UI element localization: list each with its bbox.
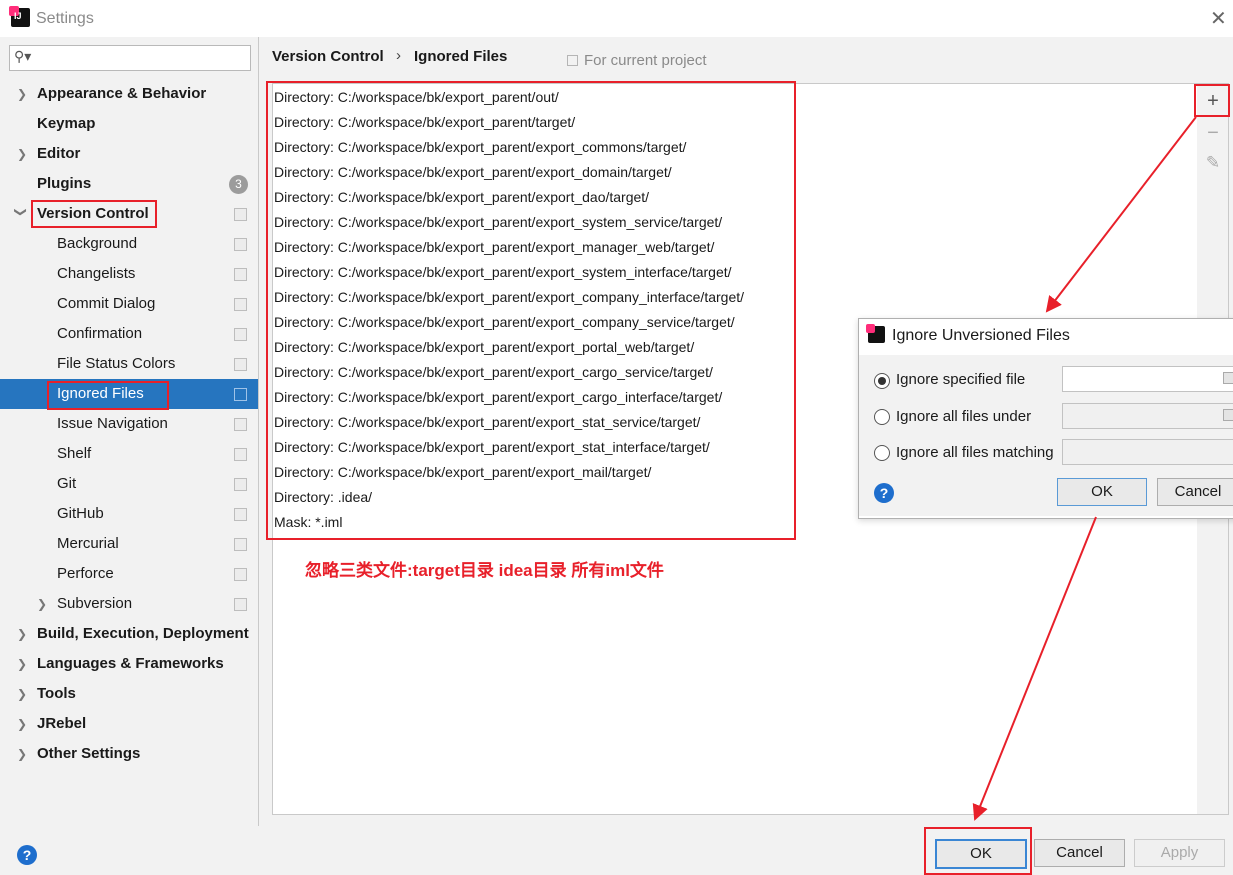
tree-item-file-status-colors[interactable]: File Status Colors <box>57 349 175 379</box>
scope-label: For current project <box>584 52 707 69</box>
chevron-right-icon[interactable]: ❯ <box>17 747 27 761</box>
dialog-cancel-button[interactable]: Cancel <box>1157 478 1233 506</box>
edit-icon[interactable]: ✎ <box>1203 153 1223 173</box>
project-scope-icon <box>234 328 247 341</box>
project-scope-icon <box>234 598 247 611</box>
remove-icon[interactable]: − <box>1203 122 1223 144</box>
tree-item-changelists[interactable]: Changelists <box>57 259 135 289</box>
dialog-ok-button[interactable]: OK <box>1057 478 1147 506</box>
tree-item-build[interactable]: Build, Execution, Deployment <box>37 619 249 649</box>
close-icon[interactable]: ✕ <box>1210 6 1227 31</box>
tree-item-commit-dialog[interactable]: Commit Dialog <box>57 289 155 319</box>
project-scope-icon <box>234 388 247 401</box>
project-scope-icon <box>234 418 247 431</box>
help-icon[interactable]: ? <box>874 483 894 503</box>
tree-item-plugins[interactable]: Plugins <box>37 169 91 199</box>
tree-item-perforce[interactable]: Perforce <box>57 559 114 589</box>
radio-specified-file[interactable] <box>874 373 890 389</box>
project-scope-icon <box>234 508 247 521</box>
radio-label: Ignore all files matching <box>896 444 1054 461</box>
help-icon[interactable]: ? <box>17 845 37 865</box>
project-scope-icon <box>234 538 247 551</box>
chevron-right-icon[interactable]: ❯ <box>17 627 27 641</box>
apply-button[interactable]: Apply <box>1134 839 1225 867</box>
project-scope-icon <box>567 55 578 66</box>
file-path-field[interactable] <box>1062 366 1233 392</box>
directory-field[interactable] <box>1062 403 1233 429</box>
chevron-right-icon[interactable]: ❯ <box>17 147 27 161</box>
intellij-logo-icon <box>9 6 30 27</box>
project-scope-icon <box>234 298 247 311</box>
chevron-down-icon[interactable]: ❯ <box>14 207 28 217</box>
project-scope-icon <box>234 568 247 581</box>
project-scope-icon <box>234 268 247 281</box>
cancel-button[interactable]: Cancel <box>1034 839 1125 867</box>
radio-label: Ignore all files under <box>896 408 1032 425</box>
tree-item-languages[interactable]: Languages & Frameworks <box>37 649 224 679</box>
tree-item-keymap[interactable]: Keymap <box>37 109 95 139</box>
chevron-right-icon[interactable]: ❯ <box>17 687 27 701</box>
radio-files-under[interactable] <box>874 409 890 425</box>
breadcrumb-current: Ignored Files <box>414 48 508 65</box>
radio-label: Ignore specified file <box>896 371 1026 388</box>
tree-item-confirmation[interactable]: Confirmation <box>57 319 142 349</box>
tree-item-editor[interactable]: Editor <box>37 139 80 169</box>
tree-item-appearance[interactable]: Appearance & Behavior <box>37 79 206 109</box>
chevron-right-icon[interactable]: ❯ <box>37 597 47 611</box>
project-scope-icon <box>234 448 247 461</box>
search-icon: ⚲▾ <box>14 48 32 64</box>
project-scope-icon <box>234 358 247 371</box>
tree-item-github[interactable]: GitHub <box>57 499 104 529</box>
tree-item-jrebel[interactable]: JRebel <box>37 709 86 739</box>
breadcrumb-separator: › <box>396 47 401 64</box>
highlight-box <box>924 827 1032 875</box>
tree-item-issue-navigation[interactable]: Issue Navigation <box>57 409 168 439</box>
project-scope-icon <box>234 238 247 251</box>
tree-item-mercurial[interactable]: Mercurial <box>57 529 119 559</box>
chevron-right-icon[interactable]: ❯ <box>17 87 27 101</box>
folder-icon[interactable] <box>1223 409 1233 421</box>
project-scope-icon <box>234 208 247 221</box>
dialog-title: Ignore Unversioned Files <box>892 327 1070 344</box>
plugins-update-badge: 3 <box>229 175 248 194</box>
chevron-right-icon[interactable]: ❯ <box>17 657 27 671</box>
tree-item-background[interactable]: Background <box>57 229 137 259</box>
highlight-box <box>1194 84 1230 117</box>
annotation-note: 忽略三类文件:target目录 idea目录 所有iml文件 <box>305 561 664 580</box>
highlight-box <box>266 81 796 540</box>
window-title: Settings <box>36 10 94 27</box>
highlight-box <box>31 200 157 228</box>
mask-field[interactable] <box>1062 439 1233 465</box>
chevron-right-icon[interactable]: ❯ <box>17 717 27 731</box>
breadcrumb-parent[interactable]: Version Control <box>272 48 384 65</box>
project-scope-icon <box>234 478 247 491</box>
tree-item-tools[interactable]: Tools <box>37 679 76 709</box>
tree-item-subversion[interactable]: Subversion <box>57 589 132 619</box>
tree-item-git[interactable]: Git <box>57 469 76 499</box>
intellij-logo-icon <box>866 324 885 343</box>
title-bar <box>0 0 1233 37</box>
search-input[interactable]: ⚲▾ <box>9 45 251 71</box>
folder-icon[interactable] <box>1223 372 1233 384</box>
highlight-box <box>47 381 169 410</box>
tree-item-other-settings[interactable]: Other Settings <box>37 739 140 769</box>
tree-item-shelf[interactable]: Shelf <box>57 439 91 469</box>
radio-files-matching[interactable] <box>874 445 890 461</box>
